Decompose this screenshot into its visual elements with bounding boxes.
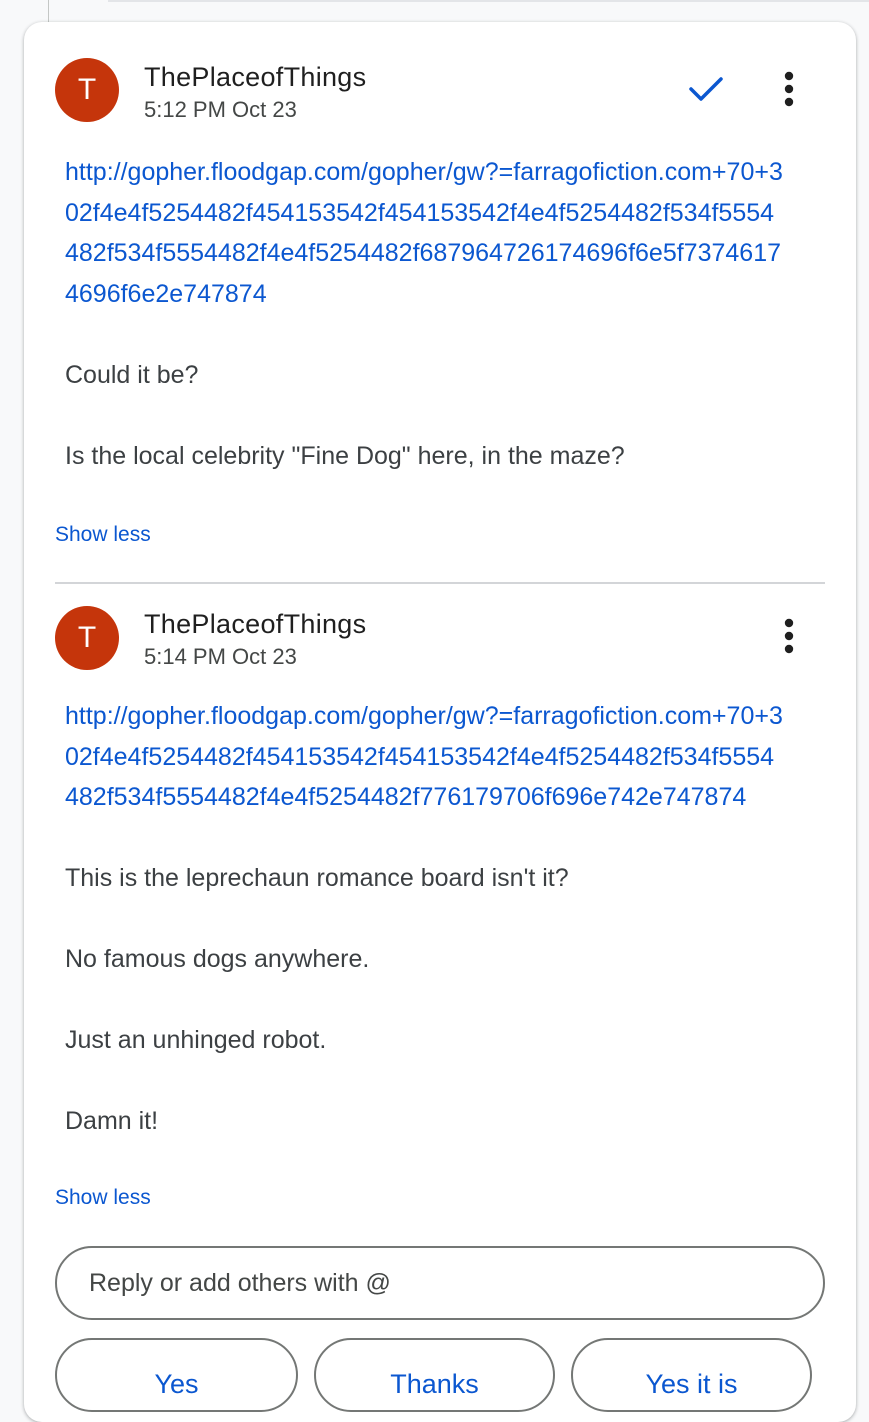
suggestion-chip-yes[interactable]: Yes (55, 1338, 298, 1412)
comment-author: ThePlaceofThings (144, 62, 367, 92)
comment-paragraph: Could it be? (65, 360, 199, 389)
comment-link[interactable]: http://gopher.floodgap.com/gopher/gw?=fa… (65, 696, 785, 818)
resolve-button[interactable] (684, 67, 728, 111)
more-vert-icon (784, 71, 794, 107)
comment-paragraph: Damn it! (65, 1107, 159, 1135)
comment-paragraph: Just an unhinged robot. (65, 1026, 327, 1054)
comment-divider (55, 582, 825, 584)
comment-timestamp: 5:12 PM Oct 23 (144, 97, 297, 122)
avatar[interactable]: T (55, 58, 119, 122)
show-less-link[interactable]: Show less (55, 1186, 151, 1210)
avatar[interactable]: T (55, 606, 119, 670)
more-options-button[interactable] (769, 67, 809, 111)
more-options-button[interactable] (769, 614, 809, 658)
suggestion-chip-thanks[interactable]: Thanks (314, 1338, 555, 1412)
comment-timestamp: 5:14 PM Oct 23 (144, 644, 297, 669)
more-vert-icon (784, 618, 794, 654)
comment-paragraph: Is the local celebrity "Fine Dog" here, … (65, 441, 625, 470)
previous-card-edge (108, 0, 869, 2)
comment-paragraph: No famous dogs anywhere. (65, 945, 370, 973)
comment-body: http://gopher.floodgap.com/gopher/gw?=fa… (65, 696, 785, 1142)
check-icon (689, 77, 723, 101)
thread-connector-line (48, 0, 49, 24)
comment-thread-card: T ThePlaceofThings 5:12 PM Oct 23 http:/… (24, 22, 856, 1422)
suggestion-chip-yes-it-is[interactable]: Yes it is (571, 1338, 812, 1412)
comment-paragraph: This is the leprechaun romance board isn… (65, 864, 569, 892)
show-less-link[interactable]: Show less (55, 523, 151, 547)
reply-input[interactable] (55, 1246, 825, 1320)
comment-link[interactable]: http://gopher.floodgap.com/gopher/gw?=fa… (65, 152, 785, 314)
comment-body: http://gopher.floodgap.com/gopher/gw?=fa… (65, 152, 785, 476)
comment-author: ThePlaceofThings (144, 609, 367, 639)
